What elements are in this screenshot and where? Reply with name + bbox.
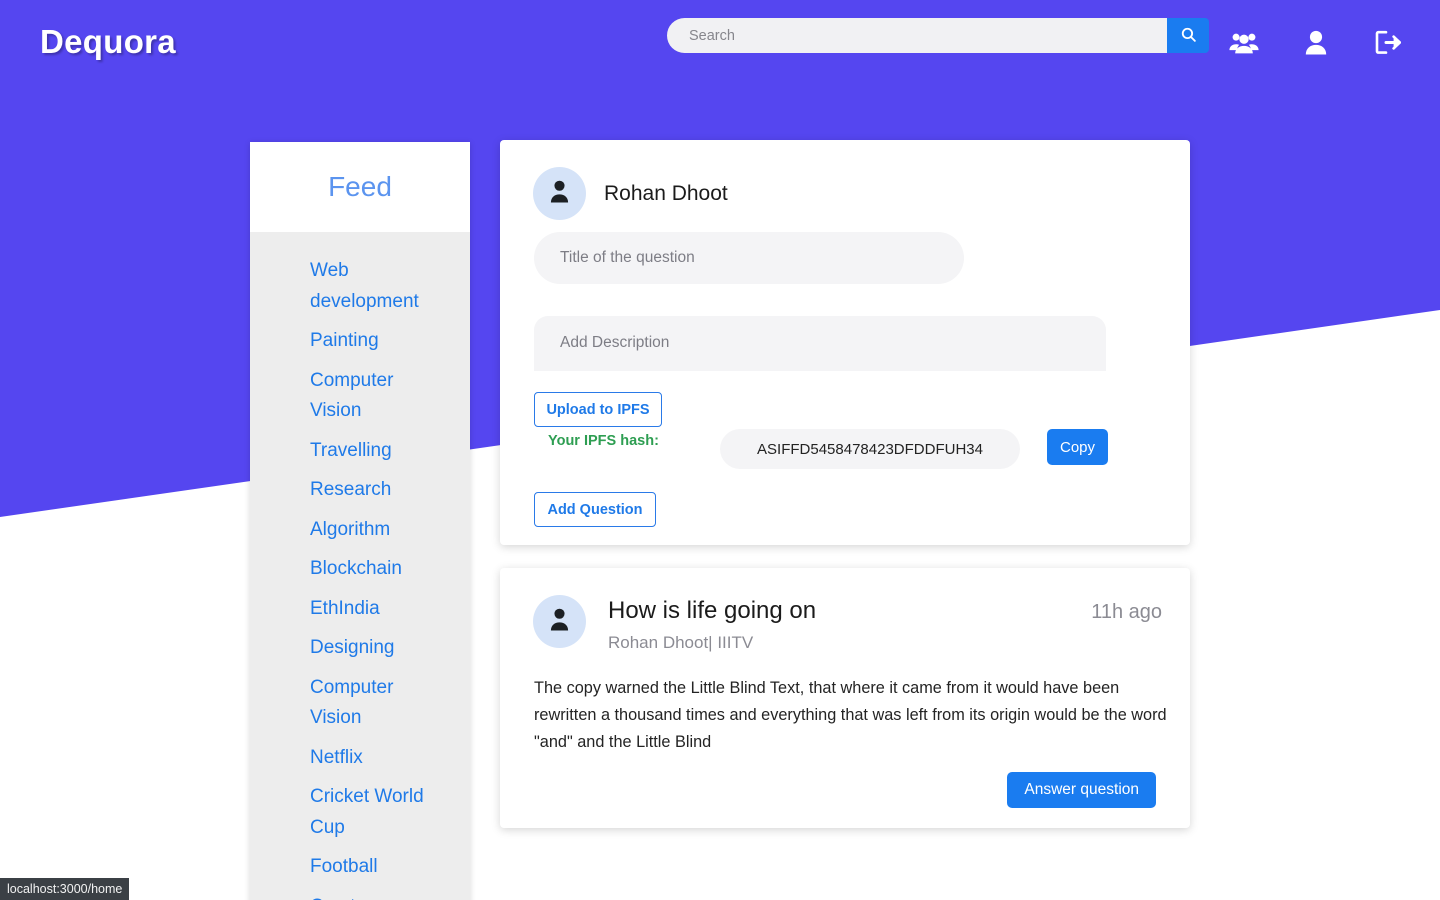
- question-title[interactable]: How is life going on: [608, 597, 816, 625]
- search-input[interactable]: [667, 18, 1167, 53]
- sidebar-item-travelling[interactable]: Travelling: [250, 436, 470, 467]
- ask-card-header: Rohan Dhoot: [500, 140, 1190, 220]
- question-title-row: How is life going on 11h ago: [608, 597, 1190, 625]
- logout-button[interactable]: [1372, 28, 1404, 60]
- sidebar-topic-list: Web development Painting Computer Vision…: [250, 232, 470, 900]
- users-group-button[interactable]: [1228, 28, 1260, 60]
- profile-button[interactable]: [1300, 28, 1332, 60]
- avatar: [533, 167, 586, 220]
- sidebar-title: Feed: [328, 171, 392, 202]
- sign-out-icon: [1375, 30, 1402, 58]
- sidebar-item-ethindia[interactable]: EthIndia: [250, 594, 470, 625]
- question-timestamp: 11h ago: [1091, 601, 1162, 623]
- question-title-input[interactable]: [534, 232, 964, 284]
- users-group-icon: [1229, 31, 1259, 58]
- sidebar-item-blockchain[interactable]: Blockchain: [250, 554, 470, 585]
- sidebar-item-painting[interactable]: Painting: [250, 326, 470, 357]
- user-avatar-icon: [549, 179, 570, 208]
- upload-to-ipfs-button[interactable]: Upload to IPFS: [534, 392, 662, 427]
- ipfs-hash-field[interactable]: [720, 429, 1020, 469]
- status-bar-url: localhost:3000/home: [0, 878, 130, 900]
- ask-user-name: Rohan Dhoot: [604, 181, 728, 205]
- sidebar-item-web-development[interactable]: Web development: [250, 256, 470, 317]
- question-header-text: How is life going on 11h ago Rohan Dhoot…: [608, 595, 1190, 653]
- search-icon: [1180, 26, 1197, 46]
- user-icon: [1305, 30, 1327, 58]
- sidebar-item-netflix[interactable]: Netflix: [250, 743, 470, 774]
- sidebar-item-research[interactable]: Research: [250, 475, 470, 506]
- top-header: Dequora: [0, 0, 1440, 90]
- sidebar-item-football[interactable]: Football: [250, 852, 470, 883]
- sidebar: Feed Web development Painting Computer V…: [250, 142, 470, 900]
- sidebar-item-cricket-world-cup[interactable]: Cricket World Cup: [250, 782, 470, 843]
- add-question-button[interactable]: Add Question: [534, 492, 656, 527]
- question-author: Rohan Dhoot| IIITV: [608, 633, 754, 652]
- page-content: Feed Web development Painting Computer V…: [0, 0, 1440, 900]
- question-description-input[interactable]: [534, 316, 1106, 371]
- copy-hash-button[interactable]: Copy: [1047, 429, 1108, 465]
- avatar: [533, 595, 586, 648]
- ipfs-hash-label: Your IPFS hash:: [548, 433, 659, 449]
- search-button[interactable]: [1167, 18, 1209, 53]
- question-body-text: The copy warned the Little Blind Text, t…: [534, 679, 1167, 751]
- sidebar-header: Feed: [250, 142, 470, 232]
- sidebar-item-designing[interactable]: Designing: [250, 633, 470, 664]
- sidebar-item-algorithm[interactable]: Algorithm: [250, 515, 470, 546]
- answer-question-button[interactable]: Answer question: [1007, 772, 1156, 808]
- header-icon-group: [1228, 28, 1404, 60]
- search-bar: [667, 18, 1209, 53]
- sidebar-item-computer-vision[interactable]: Computer Vision: [250, 366, 470, 427]
- app-root: Dequora Search Feed Web development Pain…: [0, 0, 1440, 900]
- question-card: How is life going on 11h ago Rohan Dhoot…: [500, 568, 1190, 828]
- brand-logo[interactable]: Dequora: [40, 23, 176, 61]
- ask-question-card: Rohan Dhoot Upload to IPFS Your IPFS has…: [500, 140, 1190, 545]
- user-avatar-icon: [549, 607, 570, 636]
- question-card-header: How is life going on 11h ago Rohan Dhoot…: [500, 568, 1190, 653]
- sidebar-item-computer-vision-2[interactable]: Computer Vision: [250, 673, 470, 734]
- sidebar-item-crypto[interactable]: Crypto: [250, 892, 470, 900]
